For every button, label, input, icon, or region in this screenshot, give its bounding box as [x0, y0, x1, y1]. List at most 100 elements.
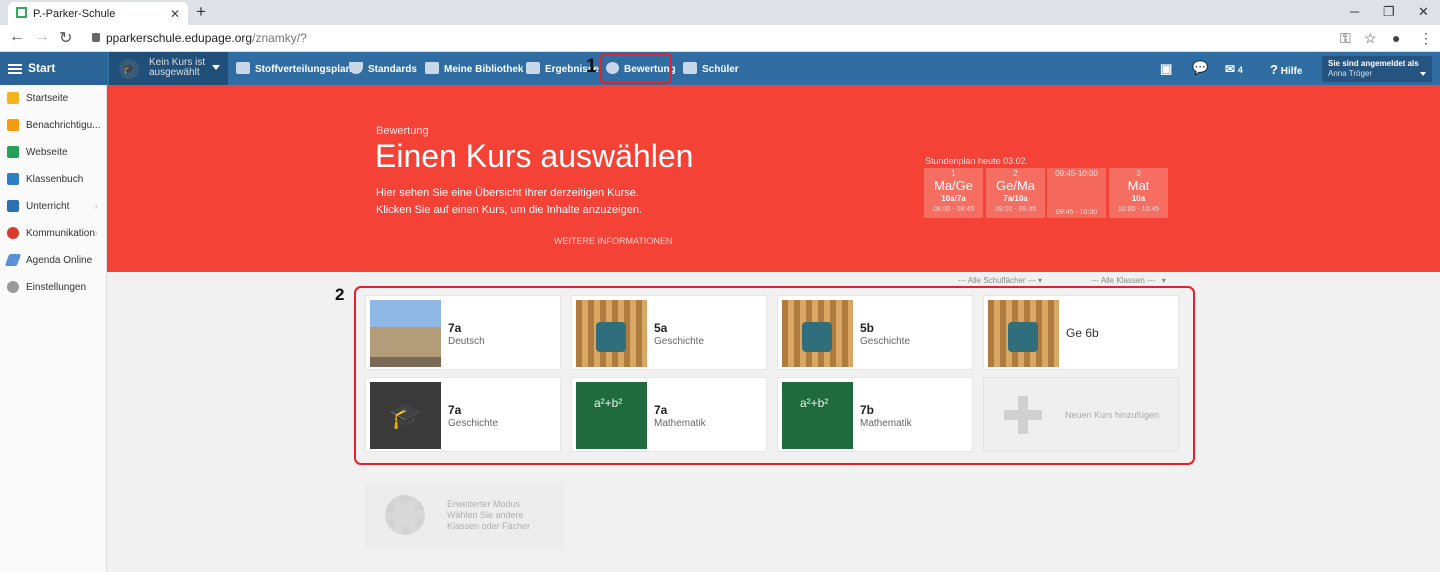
help-button[interactable]: ? Hilfe: [1270, 62, 1302, 77]
course-card[interactable]: Ge 6b: [983, 295, 1179, 370]
bar-chart-icon: [526, 62, 540, 74]
top-navigation: Start 🎓 Kein Kurs ist ausgewählt Stoffver…: [0, 52, 1440, 85]
advanced-mode-card[interactable]: Erweiterter Modus Wählen Sie andere Klas…: [365, 482, 564, 550]
nav-standards[interactable]: Standards: [349, 62, 417, 75]
course-card[interactable]: 5a Geschichte: [571, 295, 767, 370]
start-label: Start: [28, 61, 56, 75]
nav-schueler[interactable]: Schüler: [683, 62, 739, 75]
chat-icon[interactable]: 💬: [1192, 60, 1208, 76]
sidebar-item-klassenbuch[interactable]: Klassenbuch: [0, 166, 106, 193]
sidebar-item-unterricht[interactable]: Unterricht ›: [0, 193, 106, 220]
page-description: Hier sehen Sie eine Übersicht Ihrer derz…: [376, 187, 642, 216]
sidebar-item-kommunikation[interactable]: Kommunikation ›: [0, 220, 106, 247]
nav-label: Stoffverteilungsplan: [255, 64, 352, 75]
messages-button[interactable]: ✉ 4: [1225, 62, 1243, 76]
browser-tab[interactable]: P.-Parker-Schule ✕: [8, 2, 188, 25]
course-class: 7a: [448, 321, 462, 335]
course-card[interactable]: 7a Deutsch: [365, 295, 561, 370]
slot-time: 10:00 - 10:45: [1117, 206, 1160, 213]
window-close-icon[interactable]: ✕: [1418, 4, 1429, 20]
url-host: pparkerschule.edupage.org: [106, 31, 253, 45]
close-tab-icon[interactable]: ✕: [170, 7, 180, 21]
students-icon: [683, 62, 697, 74]
slot-time: 09:00 - 09:45: [994, 206, 1037, 213]
shield-icon: [349, 62, 363, 74]
slot-subject: Ge/Ma: [995, 178, 1035, 193]
sidebar-item-label: Benachrichtigu...: [26, 120, 101, 131]
minimize-icon[interactable]: ─: [1350, 4, 1359, 19]
nav-meine-bibliothek[interactable]: Meine Bibliothek: [425, 62, 523, 75]
key-icon[interactable]: ⚿: [1340, 30, 1351, 47]
lesson-icon: [7, 200, 19, 212]
course-class: 7a: [654, 403, 668, 417]
bookmark-star-icon[interactable]: ☆: [1364, 30, 1377, 47]
book-icon: [7, 173, 19, 185]
course-image-egypt: [988, 300, 1059, 367]
messages-count: 4: [1237, 65, 1243, 75]
chevron-right-icon: ›: [94, 228, 98, 239]
star-icon: [7, 92, 19, 104]
slot-subject: Mat: [1127, 178, 1150, 193]
advanced-mode-text: Erweiterter Modus Wählen Sie andere Klas…: [447, 499, 531, 531]
class-filter-label: --- Alle Klassen ---: [1091, 276, 1156, 285]
course-class: 7a: [448, 403, 462, 417]
mail-icon: ✉: [1225, 62, 1236, 76]
menu-dots-icon[interactable]: ⋮: [1419, 30, 1433, 47]
sidebar-item-label: Klassenbuch: [26, 174, 84, 185]
slot-time: 08:00 - 08:45: [932, 206, 975, 213]
slot-time: 09:45 - 10:00: [1055, 209, 1098, 216]
course-subject: Mathematik: [654, 418, 706, 429]
sidebar-item-benachrichtigungen[interactable]: Benachrichtigu...: [0, 112, 106, 139]
course-class: 5a: [654, 321, 668, 335]
subject-filter-label: --- Alle Schulfächer ---: [958, 276, 1036, 285]
subject-filter[interactable]: --- Alle Schulfächer --- ▾: [958, 276, 1042, 285]
timetable-slot[interactable]: 3 Mat 10a 10:00 - 10:45: [1109, 168, 1168, 218]
chevron-down-icon: [212, 65, 220, 70]
page-title: Einen Kurs auswählen: [375, 138, 694, 174]
sidebar-item-einstellungen[interactable]: Einstellungen: [0, 274, 106, 301]
url-field[interactable]: pparkerschule.edupage.org/znamky/?: [86, 28, 1386, 49]
course-image-reichstag: [370, 300, 441, 367]
annotation-marker-2: 2: [335, 285, 345, 304]
course-card[interactable]: 7bMathematik: [777, 377, 973, 452]
forward-icon[interactable]: →: [34, 28, 50, 46]
course-selector[interactable]: 🎓 Kein Kurs ist ausgewählt: [109, 52, 228, 85]
start-button[interactable]: Start: [0, 52, 107, 85]
course-class: 7b: [860, 403, 875, 417]
restore-icon[interactable]: ❐: [1383, 4, 1395, 20]
timetable-slot[interactable]: 1 Ma/Ge 10a/7a 08:00 - 08:45: [924, 168, 983, 218]
address-bar: ← → ↻ pparkerschule.edupage.org/znamky/?…: [0, 25, 1440, 52]
nav-label: Standards: [368, 64, 417, 75]
hero-banner: Bewertung Einen Kurs auswählen Hier sehe…: [107, 85, 1440, 272]
slot-class: [1047, 193, 1106, 204]
reload-icon[interactable]: ↻: [59, 28, 72, 48]
timetable-slot[interactable]: 2 Ge/Ma 7a/10a 09:00 - 09:45: [986, 168, 1045, 218]
new-tab-icon[interactable]: +: [196, 2, 206, 22]
sidebar-item-startseite[interactable]: Startseite: [0, 85, 106, 112]
sidebar-item-label: Kommunikation: [26, 228, 95, 239]
back-icon[interactable]: ←: [9, 28, 25, 46]
profile-icon[interactable]: ●: [1392, 30, 1400, 46]
course-card[interactable]: 5b Geschichte: [777, 295, 973, 370]
user-login-menu[interactable]: Sie sind angemeldet als Anna Tröger: [1322, 56, 1432, 82]
chat-bubbles-icon: [7, 227, 19, 239]
course-image-chalkboard: [576, 382, 647, 449]
slot-subject: Ma/Ge: [933, 178, 973, 193]
lock-icon: [92, 33, 100, 42]
tab-title: P.-Parker-Schule: [33, 8, 116, 20]
sidebar-item-agenda-online[interactable]: Agenda Online: [0, 247, 106, 274]
more-info-link[interactable]: WEITERE INFORMATIONEN: [554, 236, 672, 246]
graduation-cap-icon: 🎓: [119, 59, 139, 79]
sidebar-item-label: Unterricht: [26, 201, 70, 212]
class-filter[interactable]: --- Alle Klassen --- ▾: [1091, 276, 1166, 285]
nav-stoffverteilungsplan[interactable]: Stoffverteilungsplan: [236, 62, 352, 75]
sidebar-item-webseite[interactable]: Webseite: [0, 139, 106, 166]
course-image-chalkboard: [782, 382, 853, 449]
screen-share-icon[interactable]: ▣: [1160, 61, 1172, 77]
course-card[interactable]: 🎓 7a Geschichte: [365, 377, 561, 452]
sidebar-item-label: Agenda Online: [26, 255, 93, 266]
course-card[interactable]: 7aMathematik: [571, 377, 767, 452]
annotation-highlight-1: [600, 53, 672, 84]
add-course-button[interactable]: Neuen Kurs hinzufügen: [983, 377, 1179, 452]
gear-icon: [385, 495, 425, 535]
